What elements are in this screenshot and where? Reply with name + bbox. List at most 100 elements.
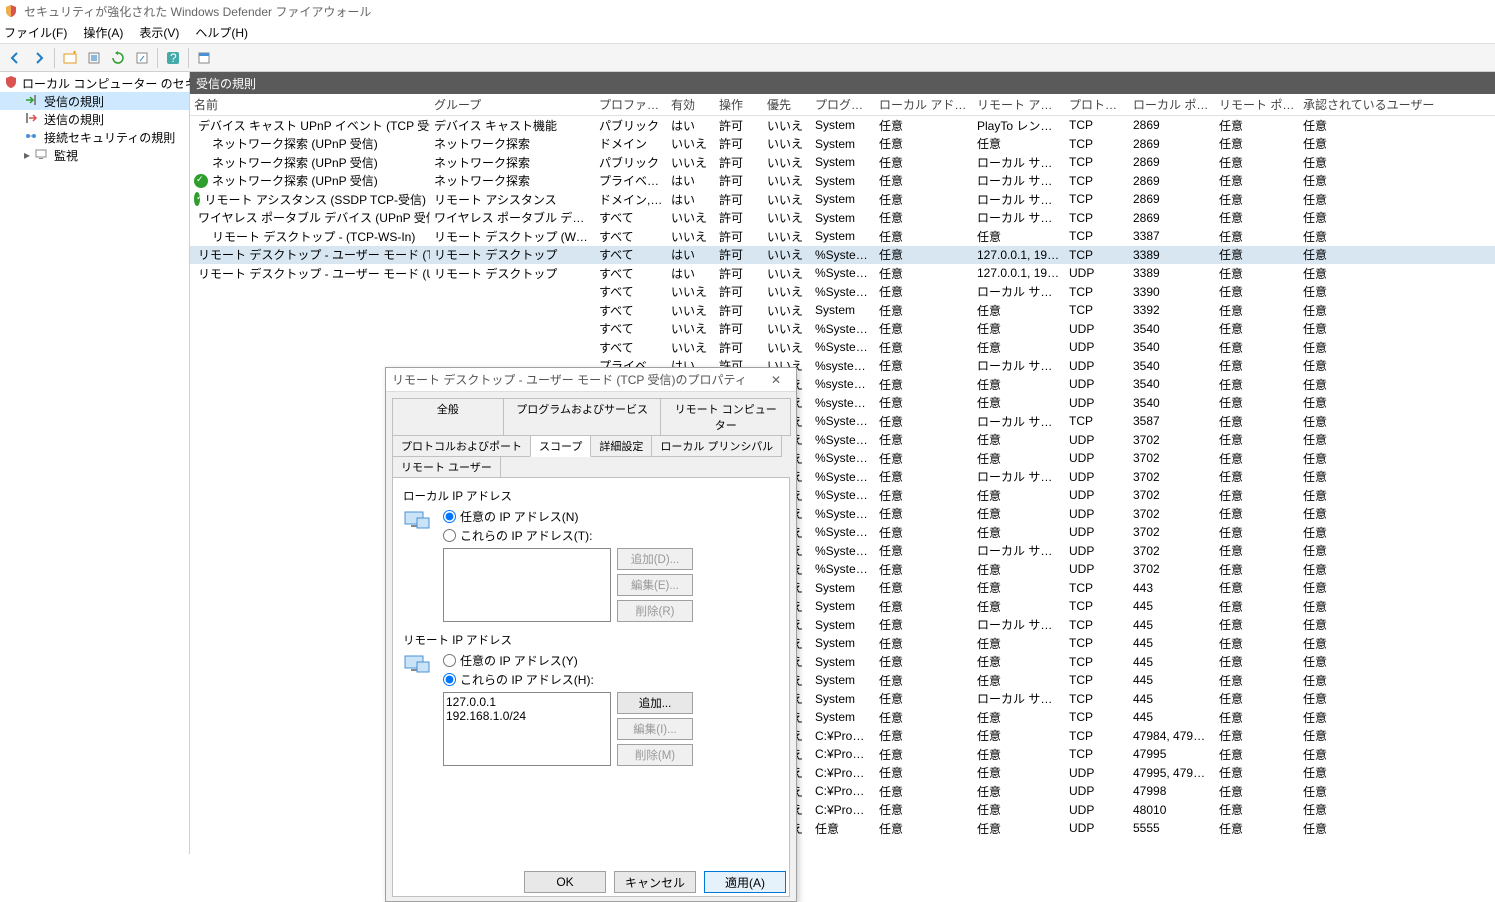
tab-remote-computers[interactable]: リモート コンピューター [660,398,791,436]
table-row[interactable]: すべていいえ許可いいえ%System...任意任意UDP3540任意任意 [190,338,1495,357]
menu-view[interactable]: 表示(V) [139,24,179,41]
cell-local-port: 3387 [1129,229,1215,243]
remote-any-radio[interactable]: 任意の IP アドレス(Y) [443,652,779,669]
cell-remote-addr: ローカル サブネット [973,357,1065,374]
local-remove-button[interactable]: 削除(R) [617,600,693,622]
table-row[interactable]: ネットワーク探索 (UPnP 受信)ネットワーク探索パブリックいいえ許可いいえS… [190,153,1495,172]
local-ip-listbox[interactable] [443,548,611,622]
col-auth-user[interactable]: 承認されているユーザー [1299,96,1495,113]
tree-outbound[interactable]: 送信の規則 [0,110,189,128]
back-icon[interactable] [4,47,26,69]
properties-icon[interactable] [193,47,215,69]
cell-remote-addr: 任意 [973,228,1065,245]
table-row[interactable]: すべていいえ許可いいえ%System...任意任意UDP3540任意任意 [190,320,1495,339]
tab-remote-users[interactable]: リモート ユーザー [392,456,501,478]
tree-connsec[interactable]: 接続セキュリティの規則 [0,128,189,146]
tab-scope[interactable]: スコープ [530,435,591,457]
list-item[interactable]: 127.0.0.1 [446,695,608,709]
local-any-radio[interactable]: 任意の IP アドレス(N) [443,508,779,525]
remote-add-button[interactable]: 追加... [617,692,693,714]
col-group[interactable]: グループ [430,96,595,113]
cell-auth-user: 任意 [1299,820,1495,837]
status-icon [194,488,208,502]
table-row[interactable]: ネットワーク探索 (UPnP 受信)ネットワーク探索ドメインいいえ許可いいえSy… [190,135,1495,154]
help-icon[interactable]: ? [162,47,184,69]
table-row[interactable]: リモート アシスタンス (SSDP TCP-受信)リモート アシスタンスドメイン… [190,190,1495,209]
col-remote-port[interactable]: リモート ポート [1215,96,1299,113]
tree-monitor[interactable]: ▸ 監視 [0,146,189,164]
local-edit-button[interactable]: 編集(E)... [617,574,693,596]
filter-icon[interactable] [83,47,105,69]
status-icon [194,229,208,243]
list-item[interactable]: 192.168.1.0/24 [446,709,608,723]
table-row[interactable]: ネットワーク探索 (UPnP 受信)ネットワーク探索プライベートはい許可いいえS… [190,172,1495,191]
cell-auth-user: 任意 [1299,265,1495,282]
computer-icon [403,508,435,540]
tab-general[interactable]: 全般 [392,398,504,436]
table-row[interactable]: リモート デスクトップ - ユーザー モード (TCP 受信)リモート デスクト… [190,246,1495,265]
refresh-icon[interactable] [107,47,129,69]
cell-remote-port: 任意 [1215,653,1299,670]
cell-local-addr: 任意 [875,727,973,744]
col-name[interactable]: 名前 [190,96,430,113]
export-icon[interactable] [131,47,153,69]
cell-local-addr: 任意 [875,579,973,596]
cell-program: System [811,636,875,650]
table-row[interactable]: デバイス キャスト UPnP イベント (TCP 受信)デバイス キャスト機能パ… [190,116,1495,135]
col-local-addr[interactable]: ローカル アドレス [875,96,973,113]
menu-help[interactable]: ヘルプ(H) [195,24,248,41]
cancel-button[interactable]: キャンセル [614,871,696,893]
col-local-port[interactable]: ローカル ポート [1129,96,1215,113]
tab-programs[interactable]: プログラムおよびサービス [503,398,662,436]
table-row[interactable]: すべていいえ許可いいえSystem任意任意TCP3392任意任意 [190,301,1495,320]
tree-inbound[interactable]: 受信の規則 [0,92,189,110]
new-rule-icon[interactable] [59,47,81,69]
cell-protocol: TCP [1065,581,1129,595]
cell-action: 許可 [715,283,763,300]
local-these-radio[interactable]: これらの IP アドレス(T): [443,527,779,544]
status-icon [194,507,208,521]
col-action[interactable]: 操作 [715,96,763,113]
col-profile[interactable]: プロファイル [595,96,667,113]
tab-advanced[interactable]: 詳細設定 [590,435,652,457]
cell-remote-port: 任意 [1215,246,1299,263]
cell-group: ネットワーク探索 [430,135,595,152]
tab-local-principals[interactable]: ローカル プリンシパル [651,435,782,457]
close-icon[interactable]: ✕ [762,373,790,387]
cell-local-port: 48010 [1129,803,1215,817]
cell-profile: パブリック [595,117,667,134]
tree-root[interactable]: ローカル コンピューター のセキュリティ [0,74,189,92]
cell-remote-port: 任意 [1215,672,1299,689]
col-remote-addr[interactable]: リモート アドレス [973,96,1065,113]
tab-protocols[interactable]: プロトコルおよびポート [392,435,531,457]
cell-protocol: UDP [1065,766,1129,780]
separator [188,48,189,68]
cell-remote-addr: ローカル サブネット [973,191,1065,208]
remote-ip-listbox[interactable]: 127.0.0.1192.168.1.0/24 [443,692,611,766]
cell-program: %System... [811,248,875,262]
table-row[interactable]: すべていいえ許可いいえ%System...任意ローカル サブネットTCP3390… [190,283,1495,302]
cell-remote-addr: ローカル サブネット [973,542,1065,559]
dialog-titlebar[interactable]: リモート デスクトップ - ユーザー モード (TCP 受信)のプロパティ ✕ [386,368,796,392]
col-override[interactable]: 優先 [763,96,811,113]
col-protocol[interactable]: プロトコル [1065,96,1129,113]
ok-button[interactable]: OK [524,871,606,893]
menu-action[interactable]: 操作(A) [83,24,123,41]
status-icon [194,784,208,798]
remote-remove-button[interactable]: 削除(M) [617,744,693,766]
table-row[interactable]: リモート デスクトップ - ユーザー モード (UDP 受信)リモート デスクト… [190,264,1495,283]
cell-override: いいえ [763,154,811,171]
apply-button[interactable]: 適用(A) [704,871,786,893]
remote-these-radio[interactable]: これらの IP アドレス(H): [443,671,779,688]
local-add-button[interactable]: 追加(D)... [617,548,693,570]
cell-remote-port: 任意 [1215,783,1299,800]
table-row[interactable]: ワイヤレス ポータブル デバイス (UPnP 受信)ワイヤレス ポータブル デバ… [190,209,1495,228]
col-enabled[interactable]: 有効 [667,96,715,113]
forward-icon[interactable] [28,47,50,69]
table-row[interactable]: リモート デスクトップ - (TCP-WS-In)リモート デスクトップ (We… [190,227,1495,246]
menu-file[interactable]: ファイル(F) [4,24,67,41]
cell-auth-user: 任意 [1299,154,1495,171]
cell-action: 許可 [715,191,763,208]
remote-edit-button[interactable]: 編集(I)... [617,718,693,740]
col-program[interactable]: プログラム [811,96,875,113]
